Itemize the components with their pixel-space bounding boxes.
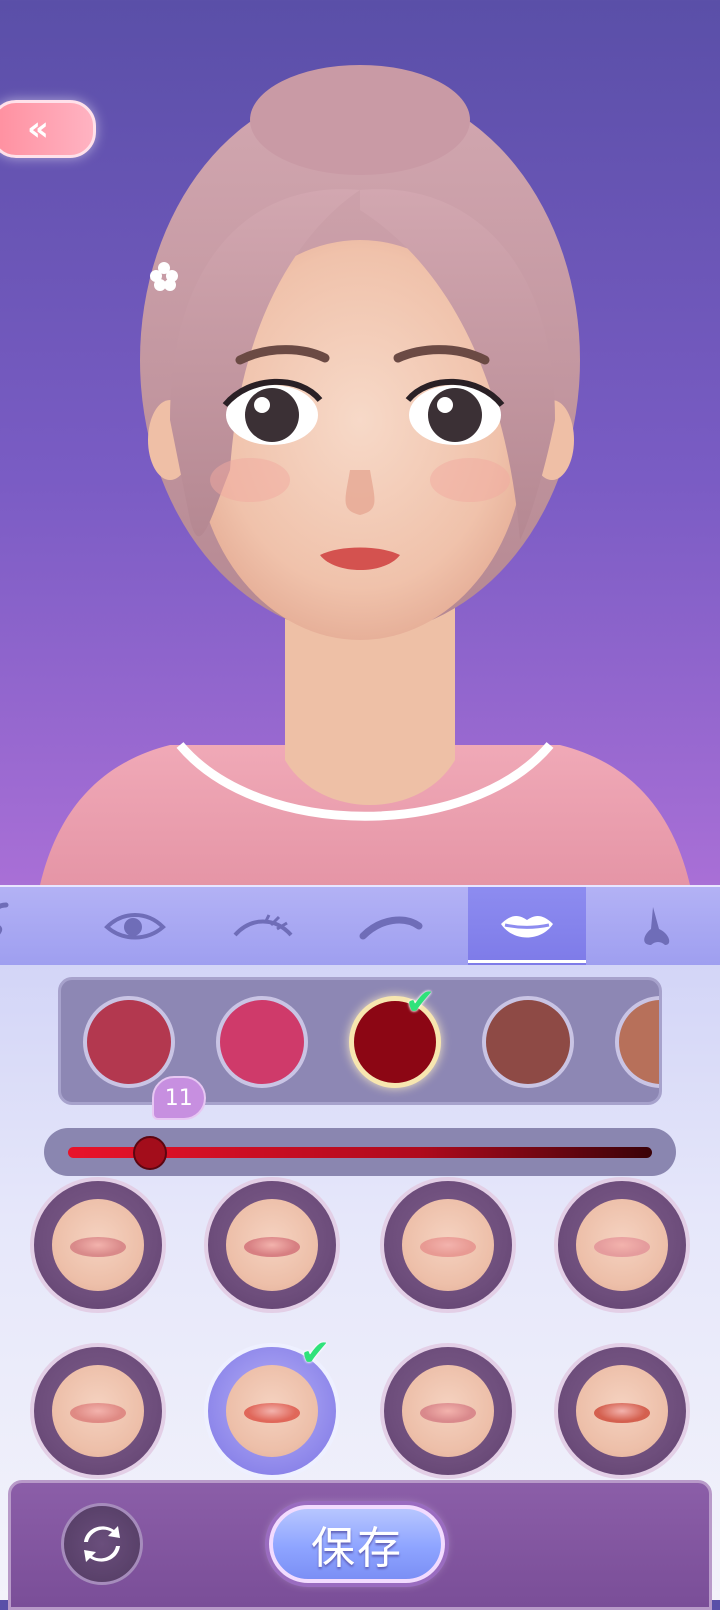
lip-style-item[interactable] xyxy=(380,1177,516,1313)
lip-shape xyxy=(244,1237,300,1257)
tab-eyes[interactable] xyxy=(76,887,194,967)
tab-eyelashes[interactable] xyxy=(204,887,322,967)
lip-preview xyxy=(52,1199,144,1291)
lip-style-item[interactable] xyxy=(554,1343,690,1479)
lip-shape xyxy=(70,1403,126,1423)
slider-thumb[interactable] xyxy=(132,1136,167,1170)
lip-preview xyxy=(576,1199,668,1291)
avatar-figure xyxy=(40,65,690,885)
lip-style-item[interactable] xyxy=(380,1343,516,1479)
lip-preview xyxy=(576,1365,668,1457)
eyelash-icon xyxy=(233,914,293,937)
lip-preview xyxy=(402,1199,494,1291)
color-swatch[interactable] xyxy=(216,996,308,1088)
ear-icon xyxy=(0,902,9,935)
lip-style-item[interactable] xyxy=(30,1177,166,1313)
checkmark-icon: ✔ xyxy=(405,982,436,1023)
lip-preview xyxy=(226,1199,318,1291)
tab-nose[interactable] xyxy=(596,887,714,967)
save-label: 保存 xyxy=(311,1523,403,1574)
tab-eyebrows[interactable] xyxy=(332,887,450,967)
double-chevron-left-icon: « xyxy=(27,109,49,149)
lip-shape xyxy=(420,1403,476,1423)
reset-button[interactable] xyxy=(61,1503,143,1585)
lip-shape xyxy=(594,1403,650,1423)
lip-shape xyxy=(420,1237,476,1257)
color-swatch[interactable] xyxy=(83,996,175,1088)
lip-style-item[interactable] xyxy=(30,1343,166,1479)
intensity-slider[interactable]: 11 xyxy=(44,1076,676,1176)
bottom-action-bar: 保存 xyxy=(8,1480,712,1610)
lip-style-item[interactable] xyxy=(554,1177,690,1313)
color-swatch[interactable] xyxy=(482,996,574,1088)
back-button[interactable]: « xyxy=(0,100,96,158)
lip-shape xyxy=(244,1403,300,1423)
lip-style-item[interactable] xyxy=(204,1177,340,1313)
slider-value-bubble: 11 xyxy=(151,1076,206,1120)
refresh-arrows-icon xyxy=(84,1526,120,1562)
tab-lips[interactable] xyxy=(468,887,586,967)
tab-ear[interactable] xyxy=(0,887,58,967)
nose-icon xyxy=(644,907,670,945)
color-swatch[interactable] xyxy=(615,996,659,1088)
lip-shape xyxy=(594,1237,650,1257)
slider-value: 11 xyxy=(164,1085,193,1111)
lip-shape xyxy=(70,1237,126,1257)
avatar-preview[interactable]: « xyxy=(0,0,720,885)
eyebrow-icon xyxy=(359,916,423,940)
color-swatch-row: ✔ xyxy=(58,977,662,1105)
lip-preview xyxy=(402,1365,494,1457)
eye-icon xyxy=(104,913,166,940)
lips-icon xyxy=(501,916,553,938)
checkmark-icon: ✔ xyxy=(300,1333,331,1374)
save-button[interactable]: 保存 xyxy=(269,1505,445,1583)
lip-preview xyxy=(52,1365,144,1457)
feature-tab-bar xyxy=(0,885,720,967)
lip-preview xyxy=(226,1365,318,1457)
